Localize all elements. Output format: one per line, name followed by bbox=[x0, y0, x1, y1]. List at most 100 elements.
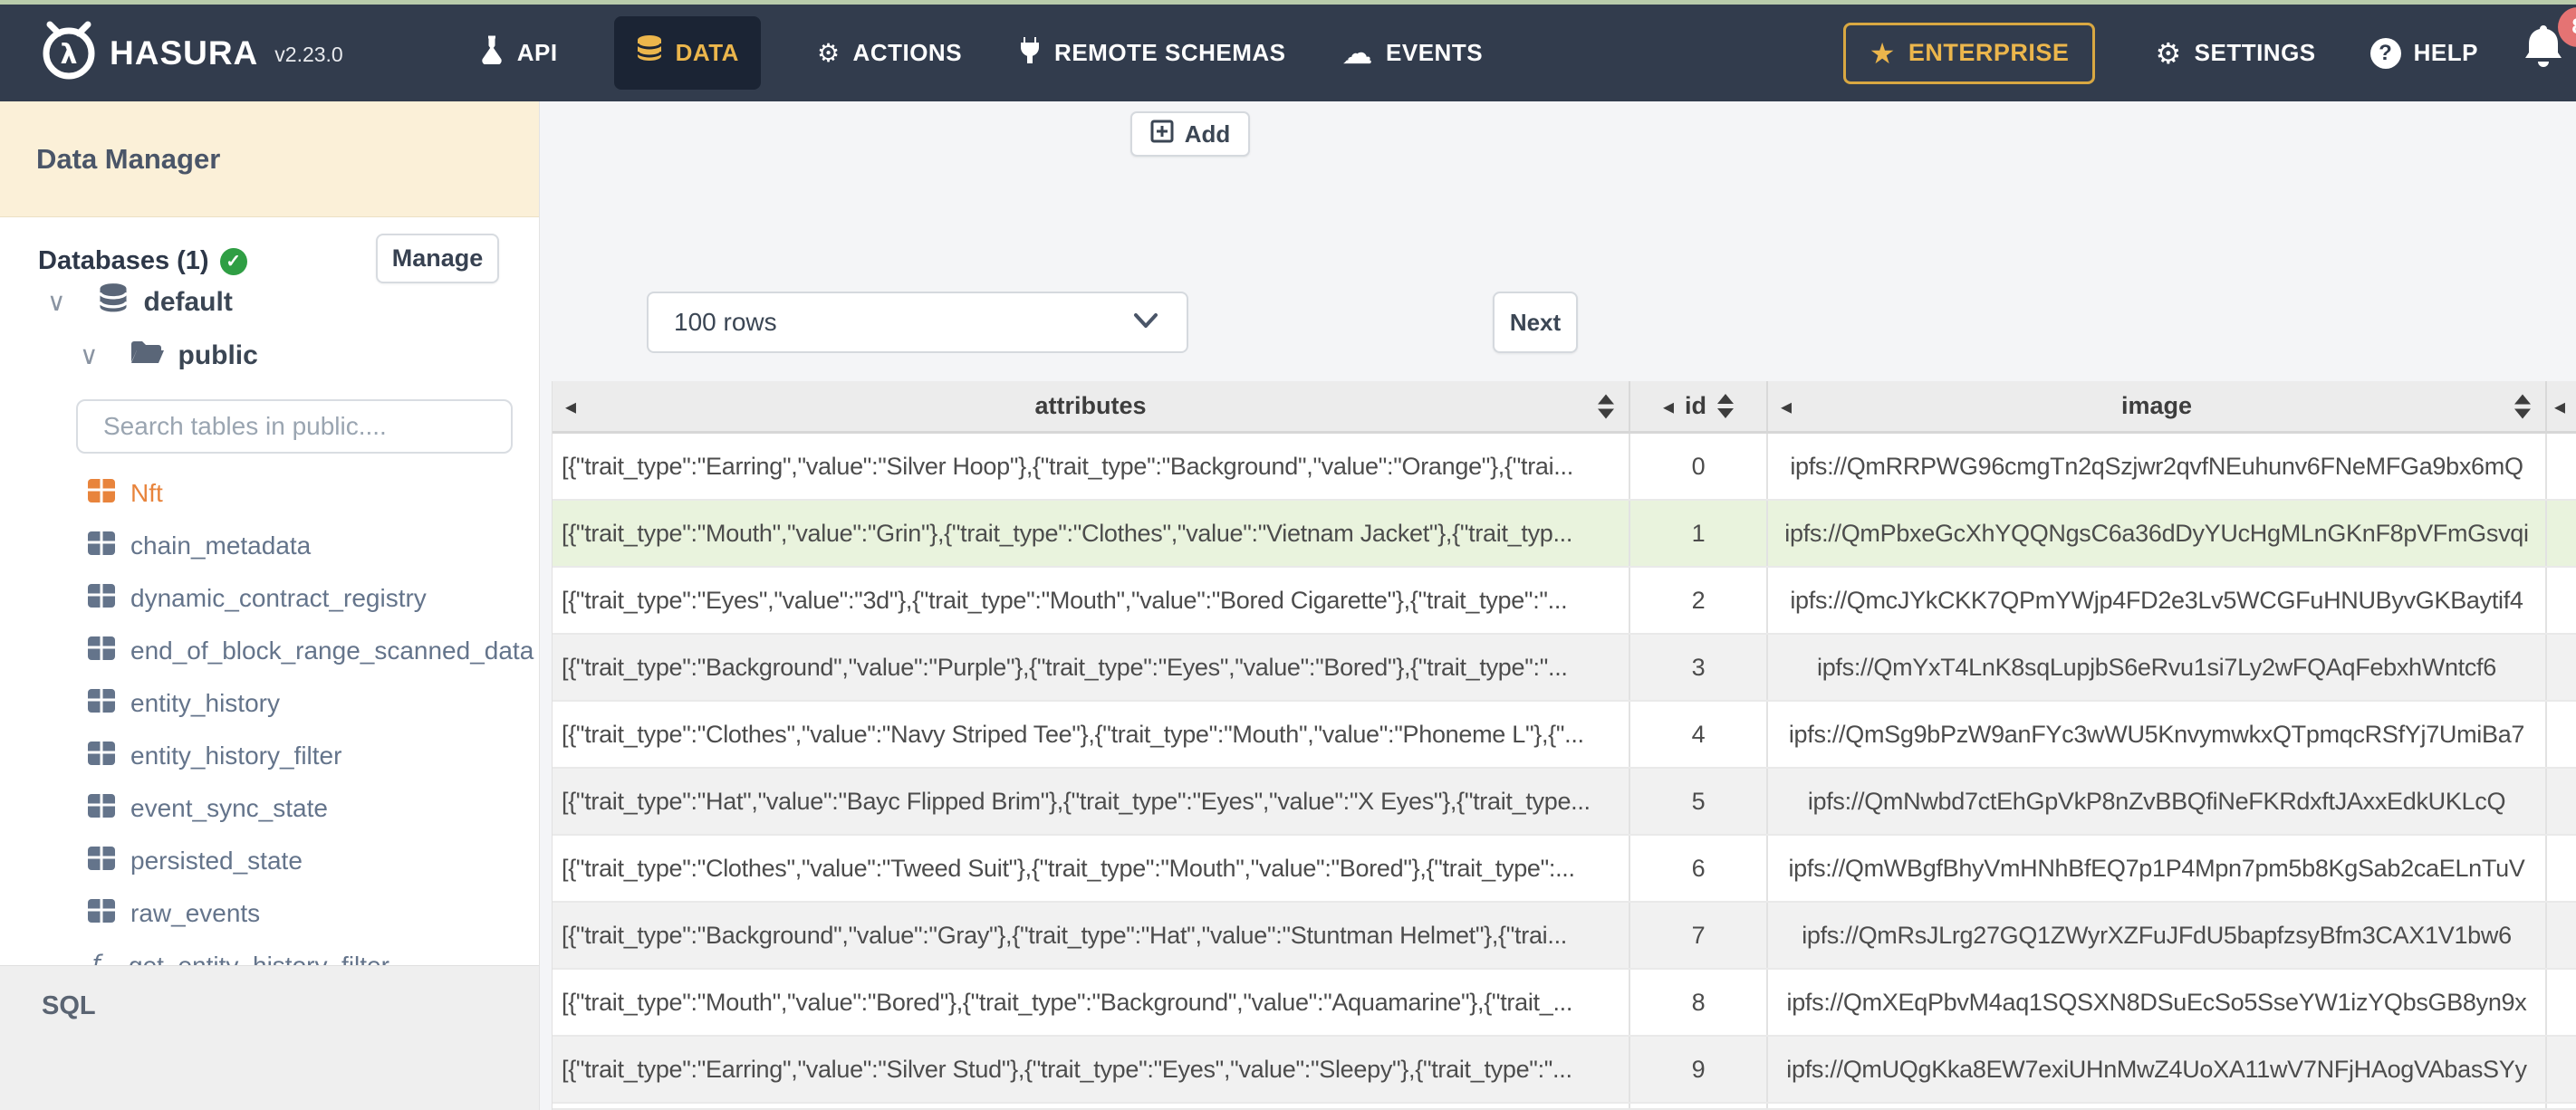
help-label: HELP bbox=[2413, 39, 2478, 66]
table-icon bbox=[87, 583, 116, 615]
cell-image: ipfs://QmSg9bPzW9anFYc3wWU5KnvymwkxQTpmq… bbox=[1768, 702, 2547, 767]
page-title: Data Manager bbox=[36, 142, 221, 175]
table-name: entity_history_filter bbox=[130, 742, 342, 770]
collapse-column-icon[interactable]: ◂ bbox=[565, 394, 576, 419]
sort-icon[interactable] bbox=[1717, 394, 1735, 418]
table-name: raw_events bbox=[130, 899, 261, 927]
table-row-partial bbox=[553, 1104, 2576, 1110]
nav-item-actions[interactable]: ⚙ ACTIONS bbox=[817, 38, 962, 68]
sidebar-item-persisted-state[interactable]: persisted_state bbox=[0, 835, 539, 887]
chevron-down-icon[interactable]: ∨ bbox=[80, 340, 99, 370]
nav-item-label: EVENTS bbox=[1386, 39, 1484, 66]
sidebar-item-entity-history-filter[interactable]: entity_history_filter bbox=[0, 730, 539, 782]
next-page-button[interactable]: Next bbox=[1493, 292, 1578, 353]
sort-icon[interactable] bbox=[1598, 394, 1614, 418]
tree-node-default[interactable]: ∨ default bbox=[47, 282, 233, 321]
tree-node-public[interactable]: ∨ public bbox=[80, 339, 258, 372]
collapse-column-icon[interactable]: ◂ bbox=[1663, 394, 1674, 419]
chevron-down-icon[interactable]: ∨ bbox=[47, 287, 66, 317]
cell-partial bbox=[2547, 970, 2576, 1035]
sidebar-item-entity-history[interactable]: entity_history bbox=[0, 677, 539, 730]
table-icon bbox=[87, 688, 116, 720]
enterprise-button[interactable]: ★ ENTERPRISE bbox=[1842, 22, 2096, 84]
nav-item-remote-schemas[interactable]: REMOTE SCHEMAS bbox=[1018, 35, 1285, 71]
search-input[interactable] bbox=[76, 399, 513, 454]
nav-item-events[interactable]: ☁ EVENTS bbox=[1342, 35, 1484, 72]
table-name: persisted_state bbox=[130, 847, 303, 875]
plug-icon bbox=[1018, 35, 1042, 71]
cell-id: 7 bbox=[1630, 903, 1768, 968]
cell-attributes: [{"trait_type":"Earring","value":"Silver… bbox=[553, 434, 1630, 499]
sort-icon[interactable] bbox=[2514, 394, 2531, 418]
sidebar-footer: SQL bbox=[0, 965, 539, 1110]
table-name: end_of_block_range_scanned_data bbox=[130, 636, 534, 665]
sidebar-item-sql[interactable]: SQL bbox=[42, 991, 96, 1021]
svg-text:λ: λ bbox=[61, 39, 78, 71]
sidebar-header: Data Manager bbox=[0, 101, 539, 217]
cell-attributes: [{"trait_type":"Background","value":"Gra… bbox=[553, 903, 1630, 968]
cell-partial bbox=[2547, 769, 2576, 834]
column-header-partial[interactable]: ◂ bbox=[2547, 381, 2576, 431]
cell-partial bbox=[2547, 568, 2576, 633]
cell-attributes: [{"trait_type":"Background","value":"Pur… bbox=[553, 635, 1630, 700]
notifications-button[interactable]: 8 bbox=[2522, 6, 2576, 85]
table-row: [{"trait_type":"Earring","value":"Silver… bbox=[553, 434, 2576, 501]
table-row: [{"trait_type":"Background","value":"Pur… bbox=[553, 635, 2576, 702]
cell-image: ipfs://QmYxT4LnK8sqLupjbS6eRvu1si7Ly2wFQ… bbox=[1768, 635, 2547, 700]
table-row: [{"trait_type":"Background","value":"Gra… bbox=[553, 903, 2576, 970]
cell-id: 2 bbox=[1630, 568, 1768, 633]
cell-id: 9 bbox=[1630, 1037, 1768, 1102]
cell-id: 5 bbox=[1630, 769, 1768, 834]
collapse-column-icon[interactable]: ◂ bbox=[2554, 394, 2565, 419]
column-title: image bbox=[2120, 392, 2193, 419]
database-icon bbox=[636, 34, 663, 72]
sidebar-item-end-of-block-range-scanned-data[interactable]: end_of_block_range_scanned_data bbox=[0, 625, 539, 677]
nav-item-label: API bbox=[516, 39, 558, 66]
cell-image: ipfs://QmcJYkCKK7QPmYWjp4FD2e3Lv5WCGFuHN… bbox=[1768, 568, 2547, 633]
nav-item-api[interactable]: API bbox=[479, 35, 558, 71]
nav-item-help[interactable]: ? HELP bbox=[2369, 37, 2478, 69]
table-name: entity_history bbox=[130, 689, 280, 717]
cell-attributes: [{"trait_type":"Eyes","value":"3d"},{"tr… bbox=[553, 568, 1630, 633]
column-header-attributes[interactable]: ◂ attributes bbox=[553, 381, 1630, 431]
sidebar-item-raw-events[interactable]: raw_events bbox=[0, 887, 539, 940]
sidebar-item-dynamic-contract-registry[interactable]: dynamic_contract_registry bbox=[0, 572, 539, 625]
collapse-column-icon[interactable]: ◂ bbox=[1781, 394, 1792, 419]
cell-attributes: [{"trait_type":"Mouth","value":"Bored"},… bbox=[553, 970, 1630, 1035]
cell-image: ipfs://QmXEqPbvM4aq1SQSXN8DSuEcSo5SseYW1… bbox=[1768, 970, 2547, 1035]
nav-item-data[interactable]: DATA bbox=[613, 16, 761, 90]
column-header-image[interactable]: ◂ image bbox=[1768, 381, 2547, 431]
table-row: [{"trait_type":"Mouth","value":"Bored"},… bbox=[553, 970, 2576, 1037]
cell-id: 8 bbox=[1630, 970, 1768, 1035]
star-icon: ★ bbox=[1869, 35, 1896, 71]
enterprise-label: ENTERPRISE bbox=[1908, 39, 2070, 66]
top-navbar: λ HASURA v2.23.0 API DATA ⚙ ACTIONS REMO… bbox=[0, 5, 2576, 101]
sidebar-item-event-sync-state[interactable]: event_sync_state bbox=[0, 782, 539, 835]
folder-open-icon bbox=[130, 339, 164, 372]
plus-square-icon bbox=[1150, 120, 1174, 149]
manage-button[interactable]: Manage bbox=[376, 234, 499, 283]
table-list: Nft chain_metadata dynamic_contract_regi… bbox=[0, 467, 539, 992]
sidebar-item-nft[interactable]: Nft bbox=[0, 467, 539, 520]
column-header-id[interactable]: ◂ id bbox=[1630, 381, 1768, 431]
cell-partial bbox=[2547, 903, 2576, 968]
nav-item-settings[interactable]: ⚙ SETTINGS bbox=[2155, 36, 2315, 71]
cell-partial bbox=[2547, 702, 2576, 767]
add-row-button[interactable]: Add bbox=[1130, 111, 1250, 157]
check-circle-icon: ✓ bbox=[219, 247, 247, 275]
sidebar-item-chain-metadata[interactable]: chain_metadata bbox=[0, 520, 539, 572]
cell-attributes: [{"trait_type":"Mouth","value":"Grin"},{… bbox=[553, 501, 1630, 566]
cell-partial bbox=[2547, 434, 2576, 499]
nav-item-label: ACTIONS bbox=[852, 39, 963, 66]
cell-image: ipfs://QmRsJLrg27GQ1ZWyrXZFuJFdU5bapfzsy… bbox=[1768, 903, 2547, 968]
cell-image: ipfs://QmWBgfBhyVmHNhBfEQ7p1P4Mpn7pm5b8K… bbox=[1768, 836, 2547, 901]
table-icon bbox=[87, 531, 116, 562]
hasura-logo[interactable]: λ HASURA v2.23.0 bbox=[41, 21, 343, 85]
table-icon bbox=[87, 898, 116, 930]
cell-partial bbox=[2547, 836, 2576, 901]
cell-id: 4 bbox=[1630, 702, 1768, 767]
cell-image: ipfs://QmNwbd7ctEhGpVkP8nZvBBQfiNeFKRdxf… bbox=[1768, 769, 2547, 834]
cell-id: 1 bbox=[1630, 501, 1768, 566]
table-name: chain_metadata bbox=[130, 531, 312, 560]
rows-per-page-select[interactable]: 100 rows bbox=[647, 292, 1188, 353]
